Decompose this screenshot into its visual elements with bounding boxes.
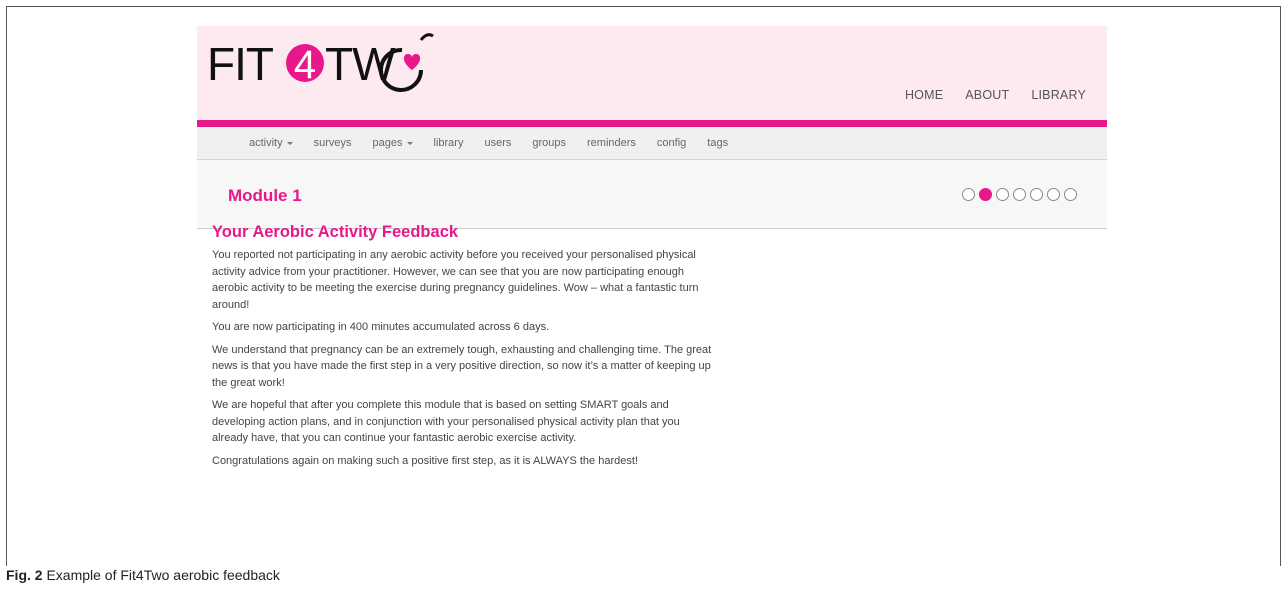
caret-down-icon [286,141,293,145]
progress-dot-4[interactable] [1013,188,1026,201]
nav-library[interactable]: LIBRARY [1031,88,1086,102]
feedback-paragraph: We understand that pregnancy can be an e… [212,343,712,389]
header-accent-bar [197,120,1107,127]
module-progress-dots [962,188,1077,201]
figure-label: Fig. 2 [6,567,43,583]
admin-nav-activity[interactable]: activity [249,137,293,149]
nav-home[interactable]: HOME [905,88,943,102]
top-nav: HOME ABOUT LIBRARY [905,88,1086,102]
progress-dot-3[interactable] [996,188,1009,201]
feedback-paragraph: You are now participating in 400 minutes… [212,321,550,333]
admin-nav-tags[interactable]: tags [707,137,728,149]
figure-caption-text: Example of Fit4Two aerobic feedback [46,567,280,583]
feedback-heading: Your Aerobic Activity Feedback [212,223,459,241]
admin-nav-label: pages [372,137,403,149]
admin-nav-pages[interactable]: pages [373,137,413,149]
admin-nav-surveys[interactable]: surveys [314,137,352,149]
admin-nav-config[interactable]: config [657,137,686,149]
module-header: Module 1 [197,160,1107,229]
admin-nav-library[interactable]: library [434,137,464,149]
admin-nav-users[interactable]: users [484,137,511,149]
svg-text:4: 4 [294,43,316,87]
module-title: Module 1 [228,186,302,205]
progress-dot-7[interactable] [1064,188,1077,201]
admin-nav-reminders[interactable]: reminders [587,137,636,149]
svg-text:FIT: FIT [207,38,274,90]
feedback-paragraph: We are hopeful that after you complete t… [212,399,680,444]
admin-nav-label: activity [249,137,283,149]
nav-about[interactable]: ABOUT [965,88,1009,102]
site-header: FIT 4 TW HOME ABOUT LIBRARY [197,26,1107,120]
fit4two-logo[interactable]: FIT 4 TW [207,30,447,97]
progress-dot-2[interactable] [979,188,992,201]
feedback-paragraph: Congratulations again on making such a p… [212,454,638,467]
feedback-paragraph: You reported not participating in any ae… [212,249,699,311]
progress-dot-5[interactable] [1030,188,1043,201]
feedback-content: Your Aerobic Activity Feedback You repor… [212,222,712,475]
progress-dot-1[interactable] [962,188,975,201]
admin-nav: activity surveys pages library users gro… [197,127,1107,160]
progress-dot-6[interactable] [1047,188,1060,201]
figure-caption: Fig. 2 Example of Fit4Two aerobic feedba… [6,567,280,583]
caret-down-icon [406,141,413,145]
admin-nav-groups[interactable]: groups [532,137,566,149]
web-page: FIT 4 TW HOME ABOUT LIBRARY activity sur… [197,26,1107,229]
fit4two-logo-icon: FIT 4 TW [207,33,434,92]
